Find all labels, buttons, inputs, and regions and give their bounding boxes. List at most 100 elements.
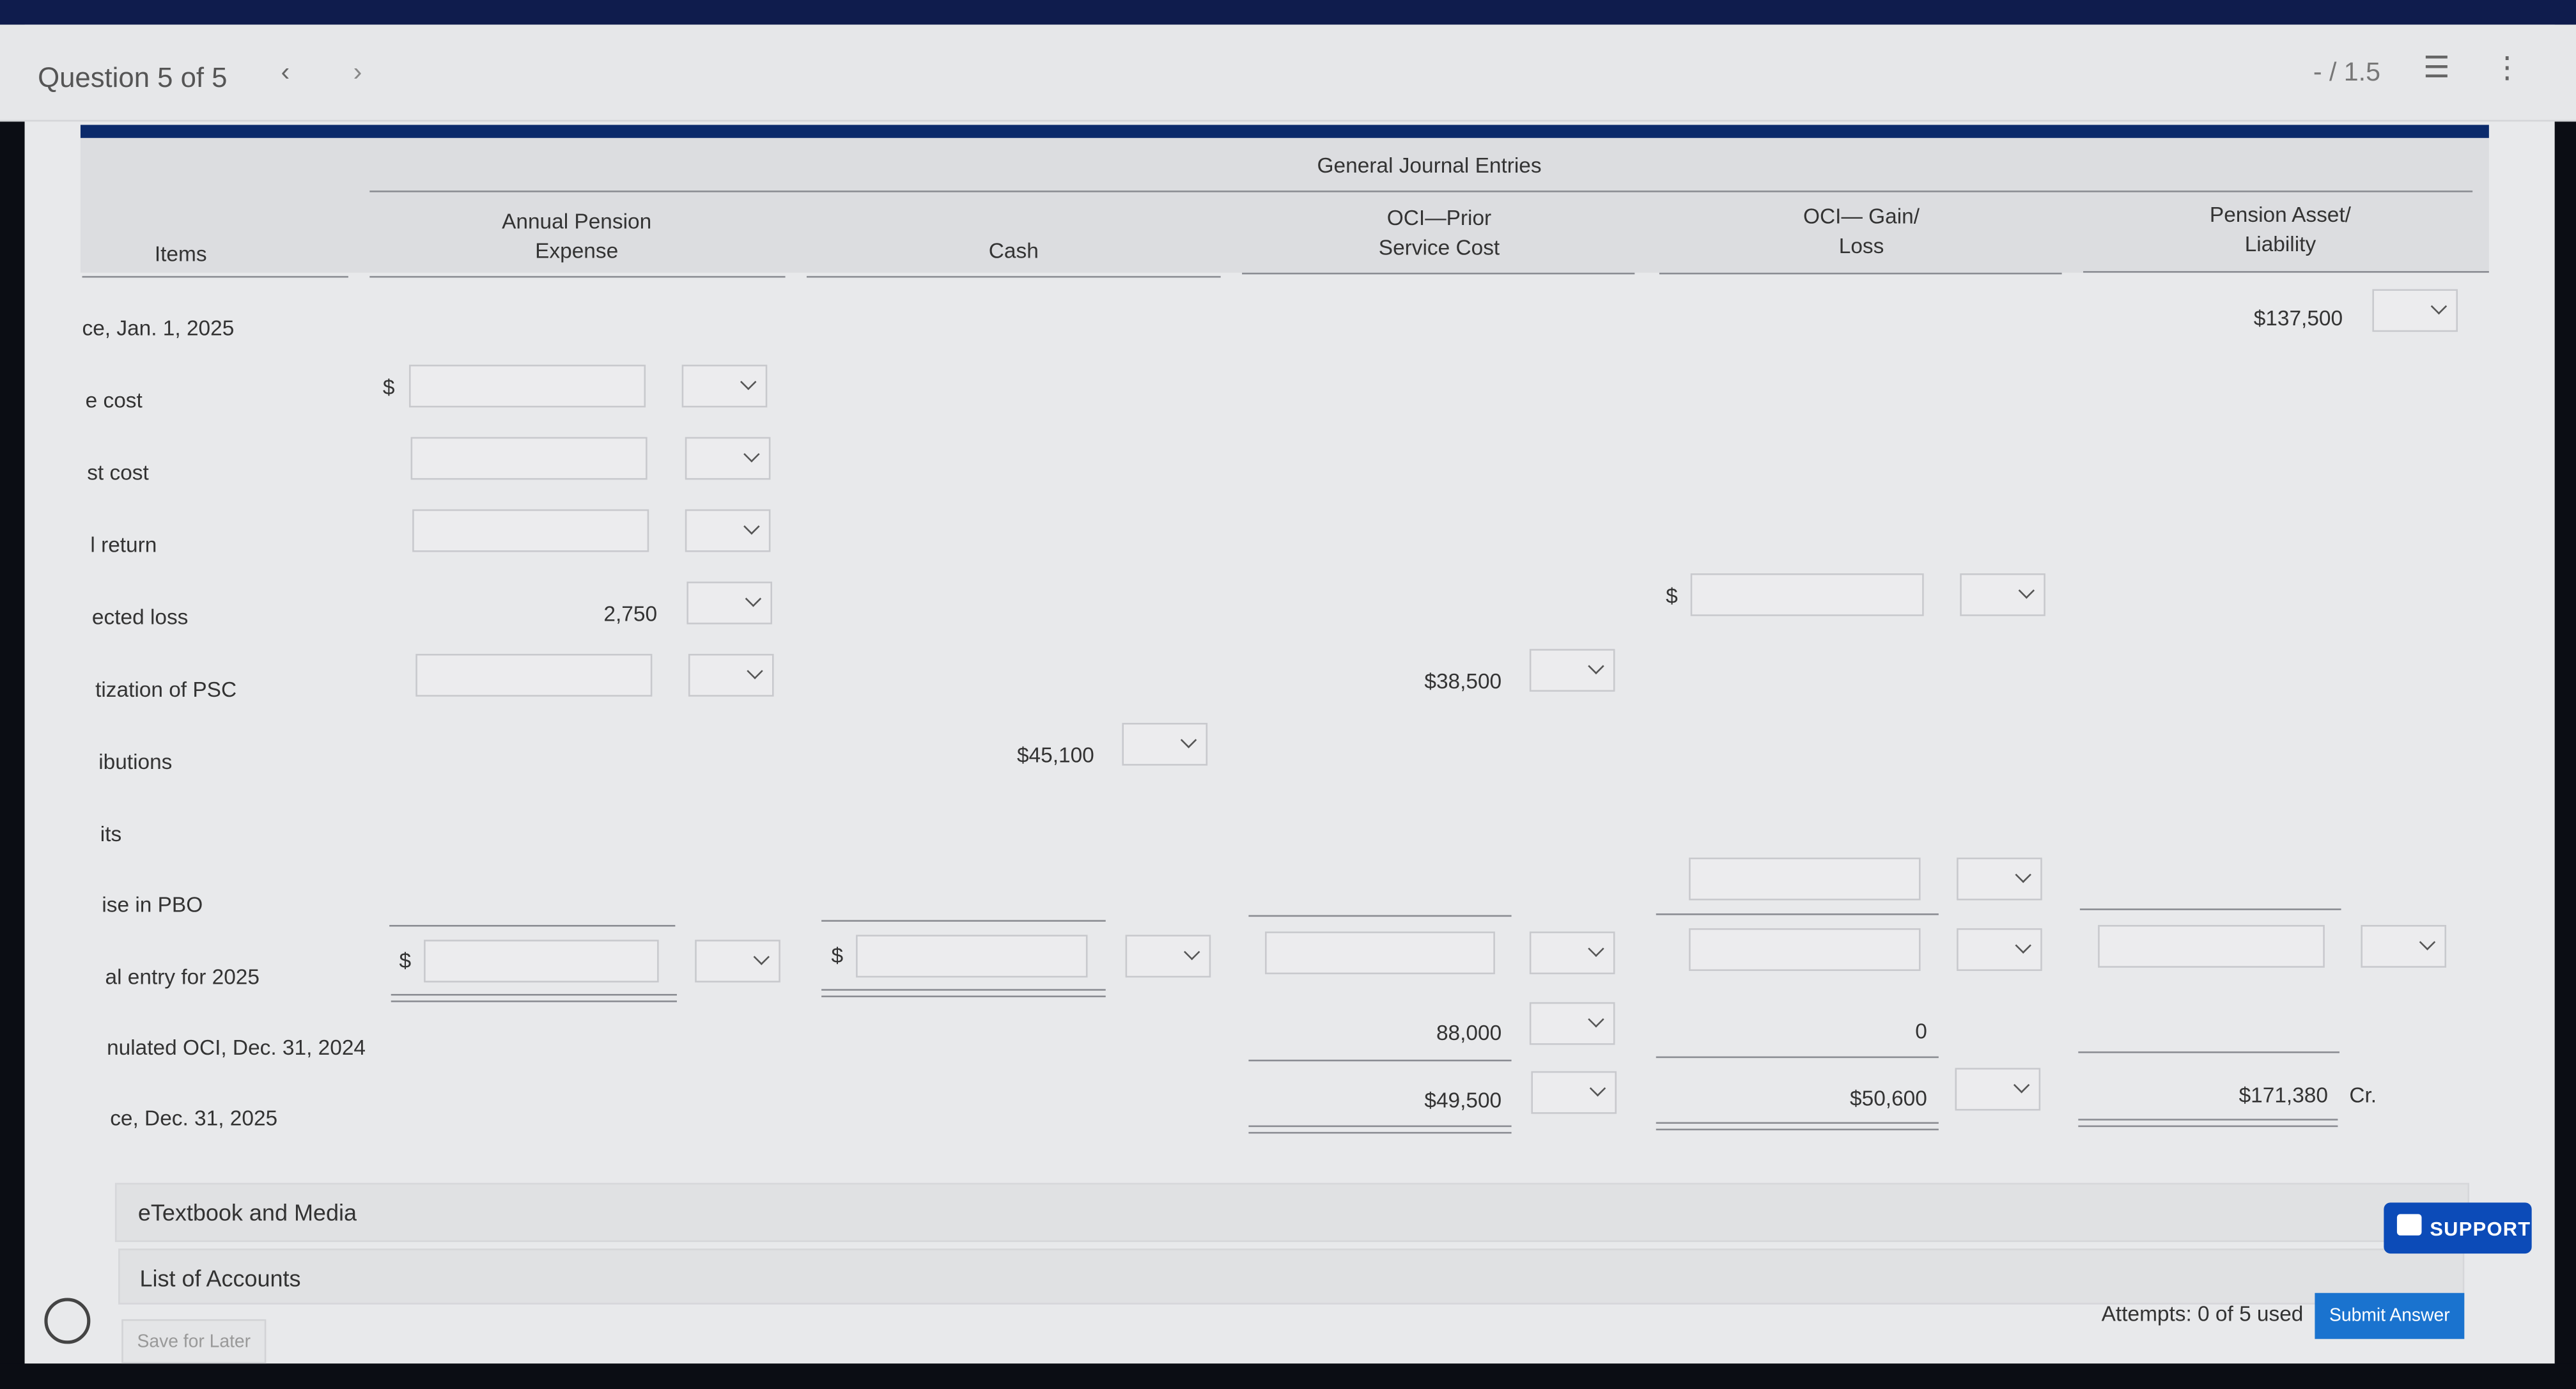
divider (369, 190, 2473, 192)
chevron-down-icon (740, 373, 757, 391)
subtotal-line (1656, 913, 1939, 915)
screen-bezel (0, 1363, 2576, 1388)
gl-drcr-select[interactable] (1955, 1067, 2041, 1111)
subtotal-line (2078, 1051, 2339, 1053)
support-button[interactable]: SUPPORT (2384, 1202, 2532, 1254)
cash-journal-entry-input[interactable] (856, 935, 1088, 978)
gl-unexpected-loss-input[interactable] (1690, 573, 1924, 616)
chevron-down-icon (1589, 1080, 1606, 1097)
row-label: ected loss (91, 604, 189, 630)
col-psc-2: Service Cost (1378, 235, 1500, 260)
currency-symbol: $ (831, 943, 844, 968)
cash-drcr-select[interactable] (1125, 935, 1211, 978)
ape-service-cost-input[interactable] (408, 364, 646, 408)
total-double-line (391, 993, 677, 1002)
accounts-panel[interactable]: List of Accounts (118, 1248, 2465, 1305)
row-label: nulated OCI, Dec. 31, 2024 (107, 1035, 366, 1060)
ape-drcr-select[interactable] (695, 940, 780, 982)
ape-drcr-select[interactable] (688, 653, 774, 697)
chevron-down-icon (2015, 937, 2031, 954)
row-label: al entry for 2025 (105, 964, 260, 989)
pension-suffix: Cr. (2349, 1082, 2377, 1108)
divider (82, 275, 348, 278)
pension-journal-entry-input[interactable] (2098, 925, 2325, 968)
currency-symbol: $ (1666, 583, 1678, 608)
row-label: tization of PSC (95, 676, 237, 702)
ape-drcr-select[interactable] (687, 581, 772, 625)
gl-value: 0 (1915, 1018, 1927, 1044)
ape-amortization-input[interactable] (415, 653, 653, 697)
pension-drcr-select[interactable] (2361, 925, 2447, 968)
list-icon[interactable]: ☰ (2423, 52, 2449, 82)
psc-drcr-select[interactable] (1529, 931, 1615, 975)
question-header (0, 24, 2576, 122)
psc-value: $38,500 (1424, 669, 1502, 694)
chevron-down-icon (743, 518, 760, 535)
divider (369, 275, 786, 278)
cash-drcr-select[interactable] (1122, 722, 1208, 766)
chevron-down-icon (747, 663, 763, 679)
psc-value: 88,000 (1436, 1020, 1502, 1045)
psc-value: $49,500 (1424, 1087, 1502, 1113)
total-double-line (821, 989, 1106, 998)
psc-drcr-select[interactable] (1529, 1002, 1615, 1045)
chevron-down-icon (1588, 940, 1604, 958)
ape-journal-entry-input[interactable] (424, 940, 659, 982)
ape-interest-cost-input[interactable] (410, 437, 648, 480)
row-label: e cost (85, 387, 143, 413)
subtotal-line (1248, 915, 1512, 917)
more-vertical-icon[interactable]: ⋮ (2492, 52, 2522, 82)
row-label: its (100, 821, 122, 846)
save-for-later-button[interactable]: Save for Later (121, 1319, 267, 1364)
psc-journal-entry-input[interactable] (1265, 931, 1495, 975)
gl-drcr-select[interactable] (1957, 928, 2042, 971)
row-label: ce, Dec. 31, 2025 (110, 1105, 278, 1131)
chevron-down-icon (2018, 582, 2035, 599)
col-psc-1: OCI—Prior (1386, 205, 1492, 230)
chevron-down-icon (1588, 1011, 1604, 1028)
pension-drcr-select[interactable] (2372, 289, 2458, 332)
cookie-icon[interactable] (44, 1298, 91, 1344)
chevron-down-icon (2015, 866, 2031, 883)
subtotal-line (1656, 1056, 1939, 1059)
chevron-right-icon[interactable]: › (353, 60, 362, 87)
col-items: Items (154, 241, 207, 267)
top-bar (0, 0, 2576, 25)
chat-icon (2396, 1214, 2422, 1236)
etextbook-panel[interactable]: eTextbook and Media (114, 1183, 2470, 1243)
subtotal-line (821, 920, 1106, 922)
gl-drcr-select[interactable] (1960, 573, 2045, 616)
gl-pbo-increase-input[interactable] (1689, 857, 1921, 901)
etextbook-label: eTextbook and Media (137, 1199, 357, 1226)
divider (806, 275, 1221, 278)
ape-drcr-select[interactable] (685, 437, 771, 480)
divider (1659, 272, 2062, 275)
col-gl-2: Loss (1838, 233, 1884, 258)
ape-drcr-select[interactable] (681, 364, 768, 408)
currency-symbol: $ (399, 948, 412, 973)
subtotal-line (389, 925, 676, 927)
submit-answer-button[interactable]: Submit Answer (2315, 1292, 2465, 1339)
group-title: General Journal Entries (1317, 153, 1542, 178)
divider (1242, 272, 1635, 275)
gl-drcr-select[interactable] (1957, 857, 2042, 901)
subtotal-line (2079, 908, 2341, 910)
col-gl-1: OCI— Gain/ (1803, 203, 1920, 229)
currency-symbol: $ (382, 375, 395, 400)
psc-drcr-select[interactable] (1529, 649, 1615, 692)
chevron-down-icon (753, 949, 770, 965)
chevron-down-icon (2430, 298, 2448, 315)
gl-journal-entry-input[interactable] (1689, 928, 1921, 971)
total-double-line (1248, 1125, 1512, 1134)
row-label: ibutions (98, 749, 173, 774)
col-ape-2: Expense (535, 238, 619, 263)
ape-actual-return-input[interactable] (412, 509, 649, 552)
chevron-left-icon[interactable]: ‹ (281, 60, 290, 87)
row-label: l return (90, 532, 157, 557)
row-label: st cost (87, 460, 149, 485)
psc-drcr-select[interactable] (1531, 1071, 1617, 1114)
ape-drcr-select[interactable] (685, 509, 771, 552)
col-cash: Cash (988, 238, 1039, 263)
support-label: SUPPORT (2430, 1217, 2531, 1241)
row-label: ce, Jan. 1, 2025 (82, 315, 235, 341)
